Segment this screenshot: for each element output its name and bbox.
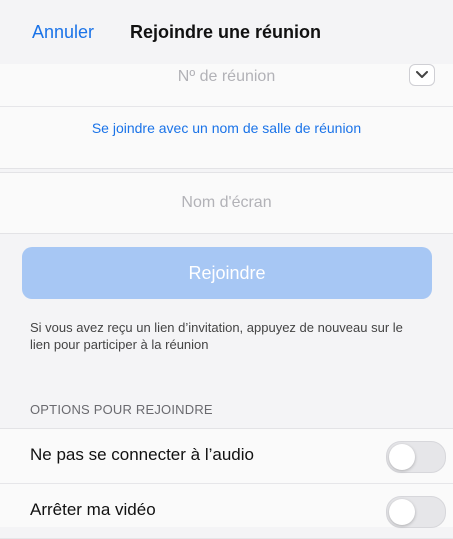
option-row-no-audio: Ne pas se connecter à l’audio — [0, 429, 453, 484]
options-section-title: OPTIONS POUR REJOINDRE — [30, 402, 213, 417]
join-with-room-name-link[interactable]: Se joindre avec un nom de salle de réuni… — [0, 120, 453, 136]
no-audio-toggle[interactable] — [386, 441, 446, 473]
page-title: Rejoindre une réunion — [130, 22, 322, 42]
join-button[interactable]: Rejoindre — [22, 247, 432, 299]
meeting-panel: Nº de réunion Se joindre avec un nom de … — [0, 64, 453, 169]
screen-name-field[interactable]: Nom d'écran — [0, 173, 453, 233]
meeting-id-placeholder: Nº de réunion — [177, 68, 276, 85]
chevron-down-icon — [416, 71, 428, 78]
toggle-knob — [389, 444, 415, 470]
toggle-knob — [389, 499, 415, 525]
option-label-stop-video: Arrêter ma vidéo — [30, 500, 156, 519]
join-options-list: Ne pas se connecter à l’audio Arrêter ma… — [0, 428, 453, 539]
screen-name-panel: Nom d'écran — [0, 172, 453, 234]
cancel-button[interactable]: Annuler — [32, 22, 94, 43]
meeting-history-dropdown[interactable] — [409, 64, 435, 86]
meeting-id-field[interactable]: Nº de réunion — [0, 64, 453, 107]
top-bar: Annuler Rejoindre une réunion — [0, 0, 453, 64]
invitation-info-text: Si vous avez reçu un lien d’invitation, … — [30, 320, 403, 352]
stop-video-toggle[interactable] — [386, 496, 446, 528]
option-label-no-audio: Ne pas se connecter à l’audio — [30, 445, 254, 464]
option-row-stop-video: Arrêter ma vidéo — [0, 484, 453, 539]
